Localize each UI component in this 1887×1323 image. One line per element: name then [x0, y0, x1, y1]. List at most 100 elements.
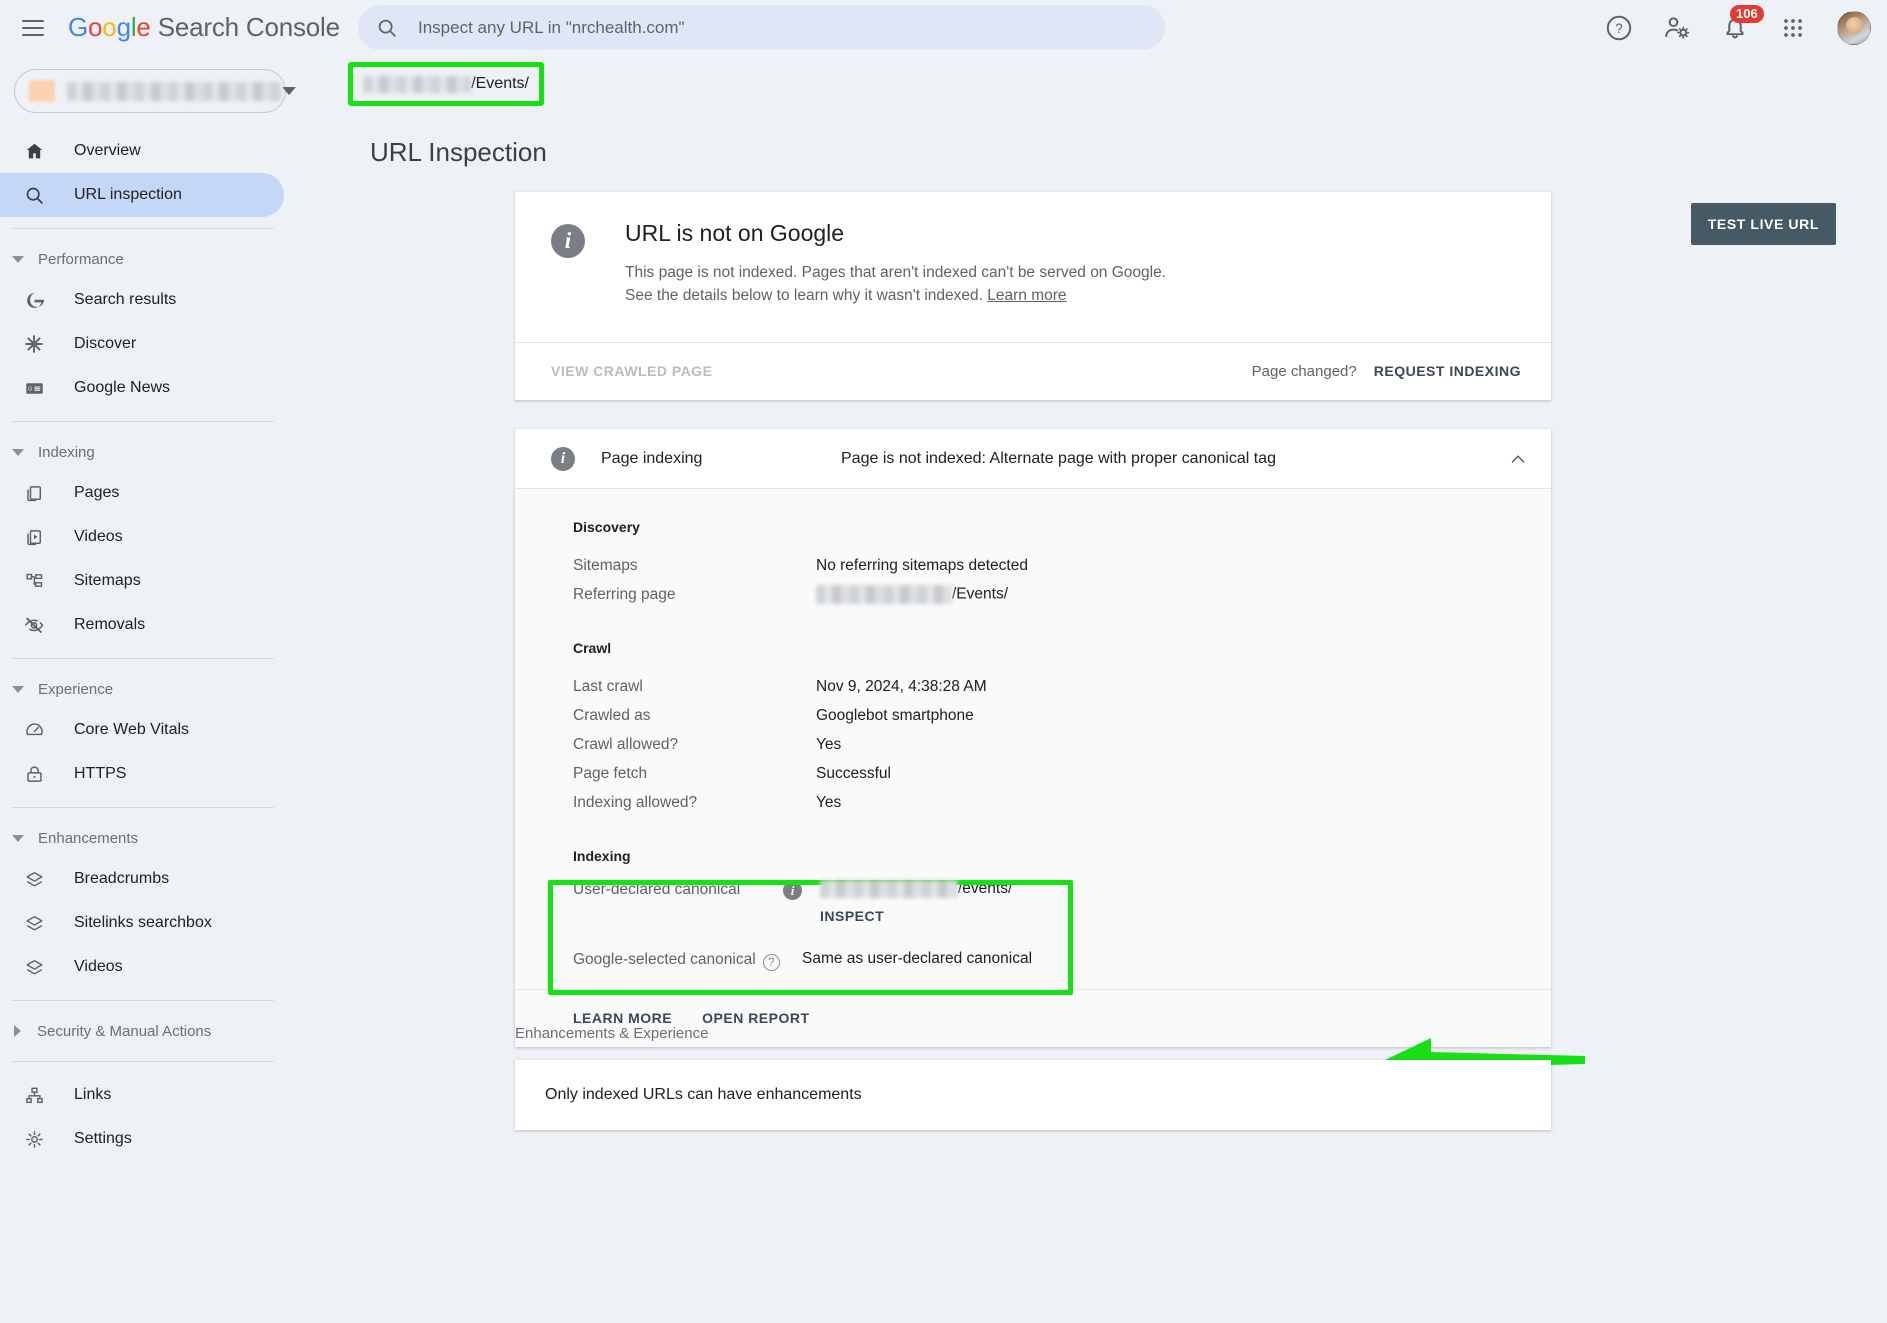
- sidebar-item-overview[interactable]: Overview: [0, 129, 284, 173]
- gear-icon: [22, 1127, 46, 1151]
- detail-row-last-crawl: Last crawl Nov 9, 2024, 4:38:28 AM: [515, 672, 1551, 701]
- detail-row-google-selected-canonical: Google-selected canonical? Same as user-…: [515, 950, 1551, 971]
- detail-key: Indexing allowed?: [573, 793, 698, 811]
- sidebar-item-settings[interactable]: Settings: [0, 1117, 284, 1161]
- detail-key: Crawled as: [573, 706, 651, 724]
- enhancements-message: Only indexed URLs can have enhancements: [545, 1086, 862, 1103]
- search-icon: [22, 183, 46, 207]
- chevron-down-icon: [12, 448, 24, 456]
- speedometer-icon: [22, 718, 46, 742]
- url-status-description: This page is not indexed. Pages that are…: [625, 261, 1185, 308]
- help-circle-icon[interactable]: ?: [762, 953, 780, 971]
- sidebar-item-label: Sitelinks searchbox: [74, 914, 212, 931]
- canonical-value-block: /events/ INSPECT: [820, 880, 1012, 924]
- detail-row-user-declared-canonical: User-declared canonical i /events/ INSPE…: [515, 880, 1551, 924]
- chevron-up-icon[interactable]: [1507, 448, 1529, 470]
- sidebar-item-discover[interactable]: Discover: [0, 322, 284, 366]
- sidebar-item-pages[interactable]: Pages: [0, 471, 284, 515]
- detail-value: /events/: [820, 880, 1012, 898]
- detail-key: Sitemaps: [573, 556, 638, 574]
- canonical-zone: User-declared canonical i /events/ INSPE…: [515, 880, 1551, 995]
- learn-more-button[interactable]: LEARN MORE: [573, 1010, 672, 1026]
- sidebar-item-label: HTTPS: [74, 765, 127, 782]
- sidebar-nav: Overview URL inspection Performance Sear…: [0, 129, 300, 1161]
- help-icon[interactable]: ?: [1605, 14, 1633, 42]
- layers-icon: [22, 911, 46, 935]
- detail-key: User-declared canonical: [573, 881, 741, 898]
- sidebar-item-label: Videos: [74, 958, 123, 975]
- status-footer-actions: Page changed? REQUEST INDEXING: [1252, 363, 1521, 380]
- sidebar-item-removals[interactable]: Removals: [0, 603, 284, 647]
- detail-value: Googlebot smartphone: [816, 706, 974, 724]
- url-status-card: i URL is not on Google This page is not …: [515, 192, 1551, 400]
- sidebar-item-videos-enhancements[interactable]: Videos: [0, 945, 284, 989]
- detail-value: Yes: [816, 735, 842, 753]
- sidebar-group-label: Experience: [38, 680, 114, 698]
- open-report-button[interactable]: OPEN REPORT: [702, 1010, 809, 1026]
- page-indexing-label: Page indexing: [601, 449, 703, 467]
- detail-key: Google-selected canonical?: [573, 950, 802, 971]
- lock-icon: [22, 762, 46, 786]
- sidebar-item-google-news[interactable]: G Google News: [0, 366, 284, 410]
- learn-more-link[interactable]: Learn more: [987, 287, 1066, 304]
- sidebar-group-indexing[interactable]: Indexing: [0, 433, 300, 471]
- sidebar-item-videos-indexing[interactable]: Videos: [0, 515, 284, 559]
- info-icon[interactable]: i: [783, 881, 802, 900]
- sidebar-item-core-web-vitals[interactable]: Core Web Vitals: [0, 708, 284, 752]
- svg-text:?: ?: [1615, 21, 1622, 36]
- info-icon: i: [551, 446, 575, 471]
- url-status-text: URL is not on Google This page is not in…: [625, 220, 1185, 308]
- detail-key: Last crawl: [573, 677, 643, 695]
- detail-row-sitemaps: Sitemaps No referring sitemaps detected: [515, 551, 1551, 580]
- indexing-heading: Indexing: [573, 848, 631, 864]
- sidebar-item-label: Links: [74, 1086, 112, 1103]
- sidebar-item-label: Settings: [74, 1130, 132, 1147]
- sidebar-item-label: Removals: [74, 616, 146, 633]
- sidebar-item-search-results[interactable]: Search results: [0, 278, 284, 322]
- notifications-icon[interactable]: 106: [1721, 4, 1764, 42]
- sidebar-item-sitemaps[interactable]: Sitemaps: [0, 559, 284, 603]
- chevron-down-icon: [12, 685, 24, 693]
- property-selector[interactable]: [14, 69, 296, 113]
- page-title: URL Inspection: [370, 137, 547, 167]
- sidebar-item-https[interactable]: HTTPS: [0, 752, 284, 796]
- user-avatar[interactable]: [1837, 10, 1871, 45]
- url-status-body: i URL is not on Google This page is not …: [515, 192, 1551, 342]
- sidebar-item-label: Videos: [74, 528, 123, 545]
- sidebar-item-breadcrumbs[interactable]: Breadcrumbs: [0, 857, 284, 901]
- detail-value: Same as user-declared canonical: [802, 950, 1033, 968]
- page-changed-label: Page changed?: [1251, 362, 1357, 380]
- page-indexing-header[interactable]: i Page indexing Page is not indexed: Alt…: [515, 429, 1551, 488]
- account-settings-icon[interactable]: [1663, 14, 1691, 42]
- view-crawled-page-button[interactable]: VIEW CRAWLED PAGE: [551, 363, 712, 379]
- url-inspection-searchbar[interactable]: Inspect any URL in "nrchealth.com": [358, 5, 1165, 50]
- detail-row-crawl-allowed: Crawl allowed? Yes: [515, 730, 1551, 759]
- sidebar-group-enhancements[interactable]: Enhancements: [0, 819, 300, 857]
- sidebar-item-links[interactable]: Links: [0, 1073, 284, 1117]
- layers-icon: [22, 867, 46, 891]
- sidebar-divider: [12, 1000, 274, 1001]
- sidebar-item-sitelinks-searchbox[interactable]: Sitelinks searchbox: [0, 901, 284, 945]
- sidebar-divider: [12, 807, 274, 808]
- property-name-redacted: [67, 81, 282, 101]
- test-live-url-button[interactable]: TEST LIVE URL: [1690, 203, 1836, 245]
- sidebar-group-label: Security & Manual Actions: [37, 1022, 212, 1040]
- google-apps-icon[interactable]: [1779, 14, 1807, 42]
- sidebar-group-label: Performance: [38, 250, 124, 268]
- sidebar-group-experience[interactable]: Experience: [0, 670, 300, 708]
- request-indexing-button[interactable]: REQUEST INDEXING: [1374, 363, 1521, 379]
- sidebar-item-url-inspection[interactable]: URL inspection: [0, 173, 284, 217]
- inspect-canonical-button[interactable]: INSPECT: [820, 908, 884, 924]
- search-icon: [378, 19, 396, 37]
- detail-row-page-fetch: Page fetch Successful: [515, 759, 1551, 788]
- detail-key: Referring page: [573, 585, 676, 603]
- sidebar-item-label: Breadcrumbs: [74, 870, 170, 887]
- layers-icon: [22, 955, 46, 979]
- brand-suffix: Search Console: [150, 12, 340, 42]
- sidebar-group-performance[interactable]: Performance: [0, 240, 300, 278]
- sidebar-group-security-manual-actions[interactable]: Security & Manual Actions: [0, 1012, 300, 1050]
- detail-value: Successful: [816, 764, 891, 782]
- hamburger-menu-icon[interactable]: [22, 19, 44, 36]
- sidebar-item-label: Core Web Vitals: [74, 721, 190, 738]
